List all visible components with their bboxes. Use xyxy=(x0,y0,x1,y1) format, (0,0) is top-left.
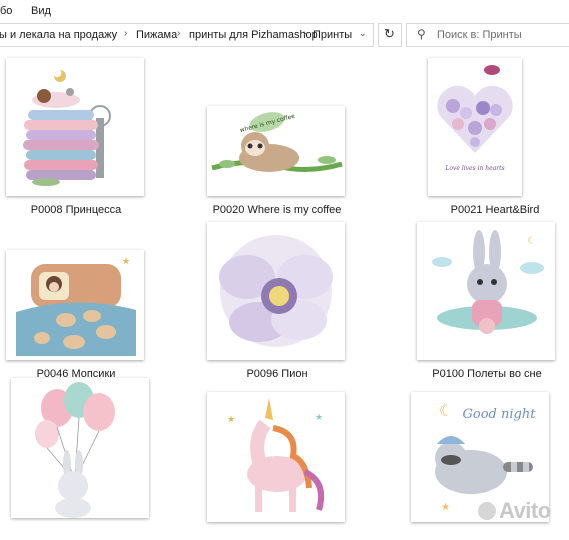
svg-text:☾: ☾ xyxy=(439,401,453,420)
file-item[interactable] xyxy=(6,378,156,540)
goodnight-caption: Good night xyxy=(463,407,537,422)
file-name: P0100 Полеты во сне xyxy=(432,368,542,380)
avito-watermark: Avito xyxy=(478,498,551,524)
file-name: P0096 Пион xyxy=(246,368,308,380)
breadcrumb-separator[interactable]: › xyxy=(177,28,180,39)
file-thumbnail: ☾ xyxy=(417,222,555,360)
chevron-down-icon[interactable]: ⌄ xyxy=(359,28,367,39)
svg-text:☾: ☾ xyxy=(527,236,536,247)
breadcrumb-separator[interactable]: › xyxy=(303,28,306,39)
menu-item-view-partial[interactable]: ебо xyxy=(0,5,12,17)
heart-caption: Love lives in hearts xyxy=(444,165,504,172)
file-thumbnail: ★ ★ xyxy=(207,392,345,522)
breadcrumb-item-prints-shop[interactable]: принты для Pizhamashop xyxy=(189,29,318,41)
file-thumbnail xyxy=(207,222,345,360)
watermark-text: Avito xyxy=(499,498,551,523)
file-thumbnail: ★ xyxy=(6,250,144,360)
file-item[interactable]: ★ ★ xyxy=(202,392,352,540)
file-thumbnail: where is my coffee xyxy=(207,106,345,196)
breadcrumb-item-prints[interactable]: Принты xyxy=(313,29,352,41)
menu-bar: ебо Вид xyxy=(0,0,569,22)
address-row: ы и лекала на продажу › Пижама › принты … xyxy=(0,22,569,48)
svg-text:★: ★ xyxy=(315,413,323,423)
file-item[interactable]: Love lives in hearts P0021 Heart&Bird xyxy=(420,58,569,228)
file-item[interactable]: ☾ P0100 Полеты во сне xyxy=(412,222,562,392)
address-bar[interactable]: ы и лекала на продажу › Пижама › принты … xyxy=(0,23,374,47)
file-name: P0008 Принцесса xyxy=(30,204,122,216)
breadcrumb-item-forms[interactable]: ы и лекала на продажу xyxy=(0,29,117,41)
svg-text:★: ★ xyxy=(441,502,450,513)
file-name: P0020 Where is my coffee xyxy=(212,204,342,216)
breadcrumb-separator[interactable]: › xyxy=(124,28,127,39)
file-thumbnail xyxy=(11,378,149,518)
file-item[interactable]: P0008 Принцесса xyxy=(1,58,151,228)
menu-item-view[interactable]: Вид xyxy=(31,5,51,17)
svg-text:★: ★ xyxy=(227,415,235,425)
file-thumbnail xyxy=(6,58,144,196)
refresh-icon: ↻ xyxy=(384,26,395,41)
search-box[interactable]: ⚲ Поиск в: Принты xyxy=(406,23,569,47)
file-grid: P0008 Принцесса where is my coffee P0020… xyxy=(0,48,569,540)
file-item[interactable]: P0096 Пион xyxy=(202,222,352,392)
refresh-button[interactable]: ↻ xyxy=(378,23,402,47)
file-name: P0021 Heart&Bird xyxy=(450,204,540,216)
file-thumbnail: Love lives in hearts xyxy=(428,58,522,196)
svg-text:★: ★ xyxy=(122,257,130,267)
search-placeholder: Поиск в: Принты xyxy=(437,29,522,41)
search-icon: ⚲ xyxy=(417,27,426,41)
breadcrumb-item-pajama[interactable]: Пижама xyxy=(136,29,177,41)
avito-logo-icon xyxy=(478,502,496,520)
